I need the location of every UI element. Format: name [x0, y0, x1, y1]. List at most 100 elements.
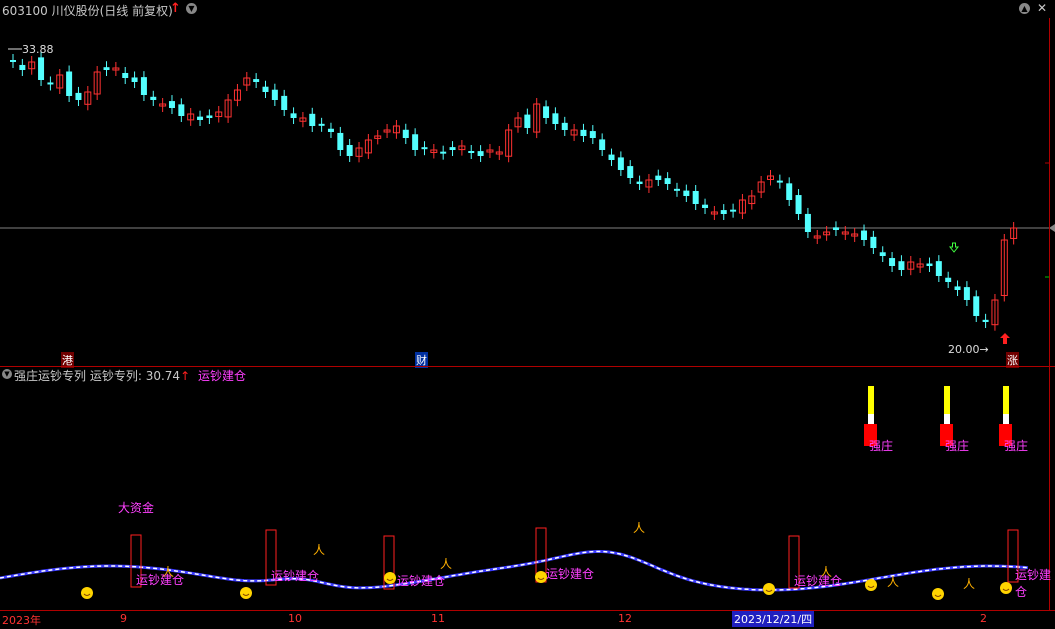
candle-body — [627, 166, 634, 178]
candle-body — [440, 151, 447, 154]
candle-body — [720, 210, 727, 214]
candle-body — [561, 122, 568, 130]
candle-body — [608, 154, 615, 160]
candle-body — [337, 132, 344, 150]
candle-body — [636, 181, 643, 184]
indicator-value: 运钞专列: 30.74 — [89, 369, 181, 383]
strong-bar-white — [868, 414, 874, 424]
smiley-icon — [932, 588, 944, 600]
candle-body — [973, 296, 980, 316]
axis-label-month: 12 — [618, 612, 632, 625]
smiley-icon — [81, 587, 93, 599]
smiley-icon — [763, 583, 775, 595]
candle-body — [122, 72, 129, 78]
build-label: 运钞建仓 — [794, 574, 843, 588]
candle-body — [206, 115, 213, 118]
candle-body — [702, 204, 709, 208]
candle-body — [655, 175, 662, 180]
axis-divider — [0, 610, 1055, 611]
candle-body — [103, 67, 110, 70]
smiley-icon — [1000, 582, 1012, 594]
indicator-name: 强庄运钞专列 — [14, 369, 87, 383]
candle-body — [19, 64, 26, 70]
buy-arrow-icon — [1000, 333, 1010, 344]
runner-icon: 人 — [633, 521, 645, 535]
indicator-settings-icon[interactable]: ▼ — [2, 369, 12, 379]
build-label: 运钞建仓 — [1015, 568, 1052, 599]
right-axis — [1049, 18, 1050, 610]
candle-body — [776, 180, 783, 183]
axis-label-month: 2 — [980, 612, 987, 625]
strong-bar-white — [944, 414, 950, 424]
candle-body — [898, 261, 905, 270]
candle-body — [889, 258, 896, 266]
axis-label-month: 10 — [288, 612, 302, 625]
candle-body — [477, 151, 484, 156]
candle-body — [589, 131, 596, 138]
candle-body — [281, 95, 288, 110]
indicator-series: 人人人人人人人 — [0, 386, 1029, 600]
smiley-icon — [384, 572, 396, 584]
candle-body — [599, 139, 606, 150]
candle-body — [197, 116, 204, 120]
candle-body — [178, 104, 185, 116]
candlestick-series — [10, 51, 1018, 331]
candle-body — [832, 227, 839, 230]
candle-body — [66, 71, 73, 96]
candle-body — [543, 106, 550, 118]
candle-body — [954, 286, 961, 290]
candle-body — [730, 209, 737, 212]
smiley-icon — [240, 587, 252, 599]
big-fund-label: 大资金 — [118, 501, 155, 515]
axis-label-year: 2023年 — [2, 614, 41, 627]
runner-icon: 人 — [963, 577, 975, 591]
candle-body — [412, 134, 419, 150]
candle-body — [692, 191, 699, 204]
candle-body — [75, 92, 82, 100]
low-price-label: 20.00→ — [948, 343, 989, 356]
candle-body — [683, 190, 690, 196]
candle-body — [982, 319, 989, 322]
candle-body — [786, 183, 793, 200]
candle-body — [524, 114, 531, 128]
candle-body — [318, 123, 325, 126]
candle-body — [131, 77, 138, 82]
candle-body — [168, 101, 175, 108]
runner-icon: 人 — [440, 557, 452, 571]
candle-body — [309, 113, 316, 126]
candle-body — [10, 60, 16, 62]
axis-cursor-date: 2023/12/21/四 — [732, 611, 815, 627]
candle-body — [38, 57, 45, 80]
candle-body — [861, 230, 868, 240]
high-price-label: 33.88 — [22, 43, 54, 56]
strong-label: 强庄 — [945, 439, 970, 453]
strong-label: 强庄 — [869, 439, 894, 453]
candle-body — [804, 213, 811, 232]
candle-body — [552, 113, 559, 124]
candle-body — [262, 86, 269, 92]
down-arrow-icon — [948, 242, 960, 253]
chart-canvas[interactable]: 人人人人人人人 33.88 20.00→ — [0, 0, 1055, 629]
candle-body — [879, 252, 886, 256]
candle-body — [346, 145, 353, 156]
smiley-icon — [865, 579, 877, 591]
candle-body — [870, 236, 877, 248]
runner-icon: 人 — [887, 575, 899, 589]
runner-icon: 人 — [313, 543, 325, 557]
build-label: 运钞建仓 — [546, 567, 595, 581]
strong-bar-yellow — [944, 386, 950, 414]
strong-bar-yellow — [868, 386, 874, 414]
candle-body — [150, 96, 157, 100]
candle-body — [271, 89, 278, 100]
candle-body — [140, 77, 147, 95]
strong-label: 强庄 — [1004, 439, 1029, 453]
candle-body — [935, 261, 942, 276]
candle-body — [421, 147, 428, 150]
build-label: 运钞建仓 — [397, 574, 446, 588]
axis-label-month: 9 — [120, 612, 127, 625]
candle-body — [47, 82, 54, 85]
indicator-header[interactable]: 强庄运钞专列 运钞专列: 30.74↑ 运钞建仓 — [14, 367, 246, 384]
value-up-arrow-icon: ↑ — [180, 369, 191, 383]
candle-body — [402, 129, 409, 138]
candle-body — [449, 147, 456, 150]
